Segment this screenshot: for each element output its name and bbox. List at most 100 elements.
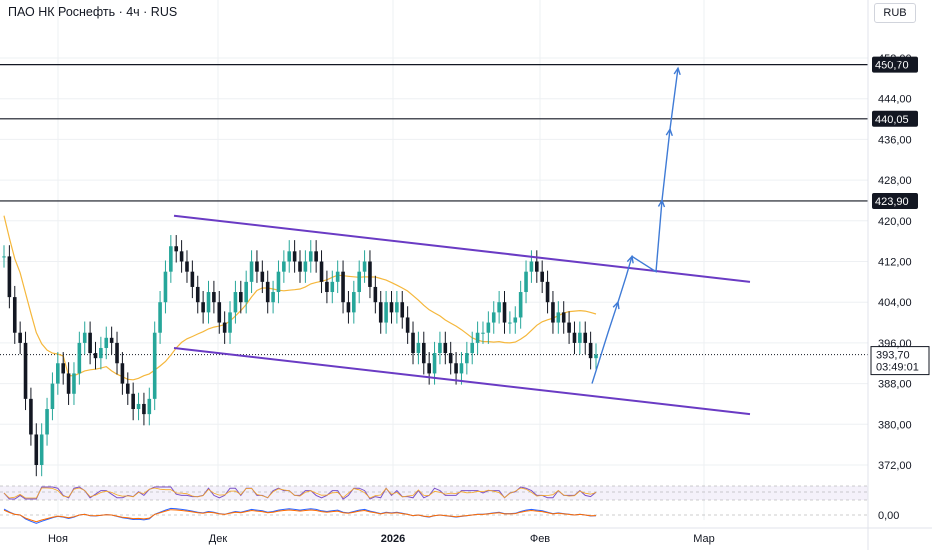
candle-body bbox=[23, 342, 28, 399]
candle-body bbox=[438, 342, 442, 354]
candle-body bbox=[588, 342, 593, 359]
candle-body bbox=[341, 271, 345, 303]
price-axis: 452,00 444,00 436,00 428,00 420,00 412,00 404,… bbox=[867, 0, 912, 550]
candle-body bbox=[169, 246, 173, 272]
candle-body bbox=[551, 302, 555, 323]
indicator-tick-label: 0,00 bbox=[878, 510, 899, 522]
candle-body bbox=[508, 322, 512, 324]
candle-body bbox=[556, 312, 561, 323]
candle-body bbox=[400, 302, 405, 318]
y-tick-label: 452,00 bbox=[878, 53, 912, 65]
channel-lines bbox=[173, 214, 751, 416]
moving-average-line bbox=[3, 215, 597, 381]
candle-body bbox=[142, 403, 146, 415]
candle-body bbox=[535, 261, 539, 272]
candle-body bbox=[239, 292, 243, 303]
x-tick-label: 2026 bbox=[381, 533, 405, 545]
candle-body bbox=[158, 302, 162, 333]
candle-body bbox=[2, 256, 6, 258]
candle-body bbox=[319, 261, 324, 282]
candle-body bbox=[39, 434, 44, 465]
candle-body bbox=[7, 256, 12, 298]
price-level-lines: 450,70440,05423,90393,7003:49:01 bbox=[0, 56, 930, 376]
candle-body bbox=[502, 302, 507, 323]
candle-body bbox=[540, 271, 544, 282]
price-level-label: 423,90 bbox=[875, 196, 909, 208]
last-price-label: 393,70 bbox=[876, 350, 910, 362]
candle-body bbox=[583, 332, 588, 343]
candle-body bbox=[147, 398, 152, 415]
candle-body bbox=[174, 246, 179, 252]
candle-body bbox=[362, 261, 367, 272]
candle-body bbox=[475, 332, 480, 343]
candle-body bbox=[93, 353, 98, 359]
candle-body bbox=[29, 398, 33, 435]
candle-body bbox=[115, 342, 119, 364]
candle-body bbox=[12, 297, 17, 333]
candle-body bbox=[373, 286, 378, 303]
candle-body bbox=[217, 302, 222, 323]
candle-body bbox=[486, 322, 491, 333]
candle-body bbox=[45, 409, 49, 435]
candle-body bbox=[282, 261, 286, 272]
candle-body bbox=[384, 302, 388, 323]
y-tick-label: 404,00 bbox=[878, 297, 912, 309]
candle-body bbox=[481, 332, 485, 334]
channel-lower-line bbox=[173, 346, 751, 416]
candle-body bbox=[195, 286, 200, 303]
candle-body bbox=[109, 337, 114, 343]
x-tick-label: Мар bbox=[693, 533, 715, 545]
candle-body bbox=[454, 363, 458, 374]
price-level-label: 440,05 bbox=[875, 114, 909, 126]
candle-body bbox=[389, 302, 394, 313]
candle-body bbox=[72, 373, 76, 394]
candle-body bbox=[244, 281, 248, 303]
candle-body bbox=[405, 317, 410, 333]
candle-body bbox=[136, 403, 141, 410]
candle-body bbox=[421, 342, 426, 364]
grid bbox=[0, 0, 868, 520]
candle-body bbox=[82, 332, 87, 343]
macd-signal-line bbox=[3, 509, 597, 523]
candle-body bbox=[465, 353, 469, 364]
candle-body bbox=[228, 312, 232, 333]
candle-body bbox=[395, 302, 399, 313]
candle-body bbox=[325, 281, 329, 293]
candle-body bbox=[61, 363, 65, 374]
candle-body bbox=[578, 332, 582, 343]
candle-body bbox=[357, 271, 361, 293]
candle-body bbox=[185, 261, 189, 272]
chart-canvas[interactable]: 450,70440,05423,90393,7003:49:01 0,00 45… bbox=[0, 0, 932, 550]
candle-body bbox=[190, 271, 195, 287]
candle-body bbox=[120, 363, 125, 384]
candle-body bbox=[179, 251, 184, 262]
countdown-label: 03:49:01 bbox=[876, 362, 919, 374]
candle-body bbox=[276, 271, 281, 293]
candles bbox=[2, 235, 598, 477]
y-tick-label: 412,00 bbox=[878, 257, 912, 269]
candle-body bbox=[470, 342, 475, 354]
candle-body bbox=[34, 434, 39, 465]
candle-body bbox=[368, 261, 372, 287]
candle-body bbox=[206, 292, 211, 313]
candle-body bbox=[378, 302, 383, 323]
candle-body bbox=[104, 337, 109, 348]
y-tick-label: 396,00 bbox=[878, 338, 912, 350]
candle-body bbox=[443, 342, 448, 354]
candle-body bbox=[265, 281, 270, 303]
projection-arrow bbox=[591, 66, 681, 384]
candle-body bbox=[561, 312, 566, 323]
candle-body bbox=[448, 353, 453, 364]
candle-body bbox=[572, 332, 577, 343]
candle-body bbox=[411, 332, 415, 354]
candle-body bbox=[125, 383, 130, 394]
y-tick-label: 388,00 bbox=[878, 379, 912, 391]
candle-body bbox=[314, 251, 318, 262]
candle-body bbox=[50, 383, 55, 410]
candle-body bbox=[298, 261, 302, 272]
candle-body bbox=[459, 363, 464, 374]
candle-body bbox=[163, 271, 168, 303]
candle-body bbox=[260, 271, 265, 282]
candle-body bbox=[56, 363, 60, 384]
candle-body bbox=[513, 317, 518, 323]
